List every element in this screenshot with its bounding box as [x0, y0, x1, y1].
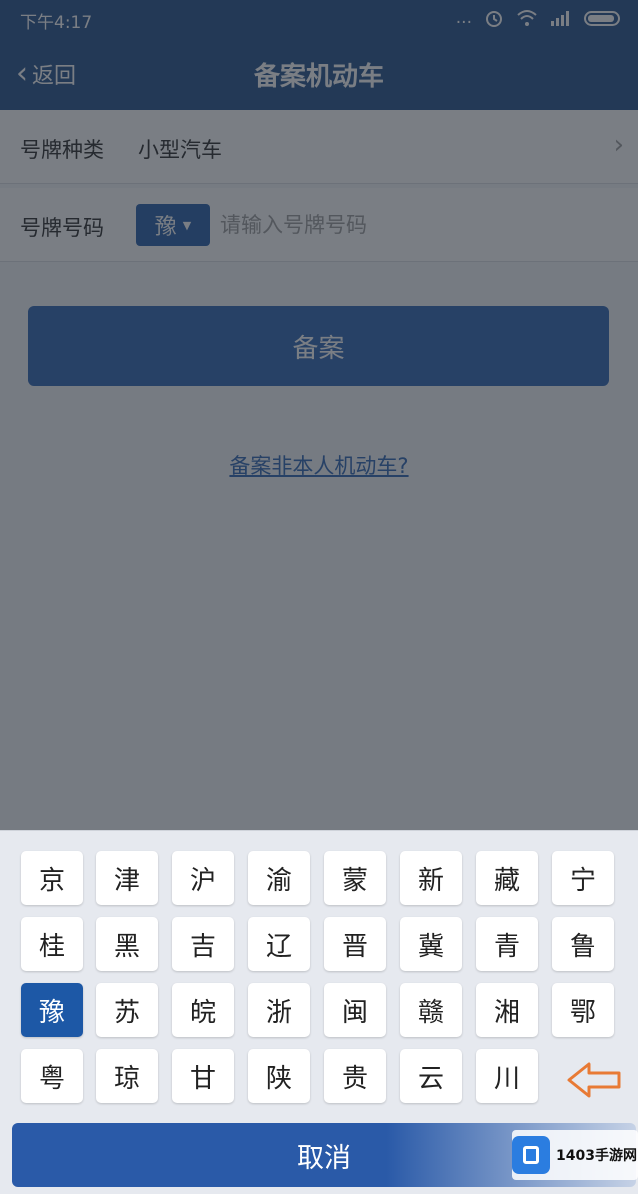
plate-number-label: 号牌号码 — [20, 216, 104, 240]
key-province[interactable]: 黑 — [96, 917, 158, 971]
register-other-vehicle-link[interactable]: 备案非本人机动车? — [0, 450, 638, 480]
key-province[interactable]: 冀 — [400, 917, 462, 971]
key-province[interactable]: 青 — [476, 917, 538, 971]
key-province[interactable]: 云 — [400, 1049, 462, 1103]
key-province[interactable]: 琼 — [96, 1049, 158, 1103]
main-content: 号牌种类 小型汽车 › 号牌号码 豫 ▼ 备案 备案非本人机动车? — [0, 110, 638, 830]
battery-icon — [584, 10, 620, 26]
key-province[interactable]: 闽 — [324, 983, 386, 1037]
plate-number-row: 号牌号码 豫 ▼ — [0, 188, 638, 262]
key-province[interactable]: 陕 — [248, 1049, 310, 1103]
status-bar: 下午4:17 ... — [0, 0, 638, 36]
key-province[interactable]: 京 — [21, 851, 83, 905]
key-province[interactable]: 皖 — [172, 983, 234, 1037]
key-province[interactable]: 苏 — [96, 983, 158, 1037]
key-province[interactable]: 川 — [476, 1049, 538, 1103]
key-province[interactable]: 鲁 — [552, 917, 614, 971]
key-province[interactable]: 吉 — [172, 917, 234, 971]
plate-type-row[interactable]: 号牌种类 小型汽车 › — [0, 110, 638, 184]
key-province[interactable]: 沪 — [172, 851, 234, 905]
key-province[interactable]: 渝 — [248, 851, 310, 905]
more-dots-icon: ... — [455, 8, 472, 28]
register-button[interactable]: 备案 — [28, 306, 609, 386]
key-province[interactable]: 藏 — [476, 851, 538, 905]
key-province[interactable]: 津 — [96, 851, 158, 905]
key-province[interactable]: 辽 — [248, 917, 310, 971]
caret-down-icon: ▼ — [182, 218, 192, 232]
wifi-icon — [517, 10, 537, 26]
key-province[interactable]: 贵 — [324, 1049, 386, 1103]
page-title: 备案机动车 — [253, 62, 384, 92]
province-selected: 豫 — [154, 215, 177, 240]
watermark: 1403手游网 — [512, 1130, 638, 1180]
key-province-selected[interactable]: 豫 — [21, 983, 83, 1037]
title-bar: ‹ 返回 备案机动车 — [0, 36, 638, 110]
key-province[interactable]: 晋 — [324, 917, 386, 971]
key-province[interactable]: 浙 — [248, 983, 310, 1037]
delete-key[interactable] — [562, 1053, 626, 1107]
backspace-arrow-icon — [567, 1062, 621, 1098]
key-province[interactable]: 粤 — [21, 1049, 83, 1103]
status-time: 下午4:17 — [20, 13, 93, 33]
signal-icon — [551, 11, 569, 26]
key-province[interactable]: 甘 — [172, 1049, 234, 1103]
key-province[interactable]: 新 — [400, 851, 462, 905]
alarm-icon — [486, 11, 502, 27]
key-province[interactable]: 赣 — [400, 983, 462, 1037]
plate-type-value: 小型汽车 — [138, 138, 222, 162]
plate-number-input[interactable] — [220, 204, 620, 246]
watermark-text: 1403手游网 — [556, 1148, 637, 1164]
site-logo-icon — [512, 1136, 550, 1174]
key-province[interactable]: 蒙 — [324, 851, 386, 905]
key-province[interactable]: 桂 — [21, 917, 83, 971]
province-select-button[interactable]: 豫 ▼ — [136, 204, 210, 246]
plate-type-label: 号牌种类 — [20, 138, 104, 162]
key-province[interactable]: 鄂 — [552, 983, 614, 1037]
status-icons: ... — [456, 8, 620, 28]
key-province[interactable]: 宁 — [552, 851, 614, 905]
chevron-right-icon: › — [613, 130, 624, 160]
key-province[interactable]: 湘 — [476, 983, 538, 1037]
